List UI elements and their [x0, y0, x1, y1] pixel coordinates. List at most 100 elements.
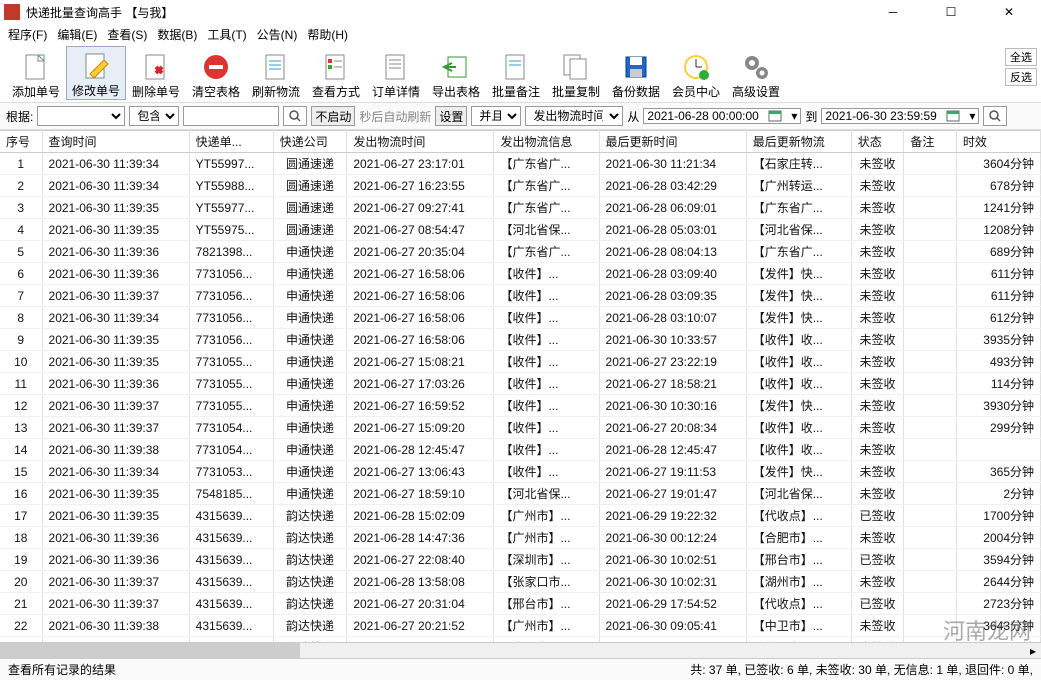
col-header[interactable]: 快递公司 — [273, 131, 347, 153]
cell: 7731056... — [189, 263, 273, 285]
maximize-button[interactable]: ☐ — [931, 2, 971, 22]
col-header[interactable]: 序号 — [0, 131, 42, 153]
menu-notice[interactable]: 公告(N) — [257, 26, 298, 43]
cell: 韵达快递 — [273, 615, 347, 637]
col-header[interactable]: 发出物流时间 — [347, 131, 494, 153]
scroll-thumb[interactable] — [0, 643, 300, 658]
col-header[interactable]: 最后更新时间 — [599, 131, 746, 153]
cell: 未签收 — [851, 197, 904, 219]
col-header[interactable]: 时效 — [956, 131, 1040, 153]
cell: 611分钟 — [956, 263, 1040, 285]
table-row[interactable]: 52021-06-30 11:39:367821398...申通快递2021-0… — [0, 241, 1041, 263]
table-row[interactable]: 42021-06-30 11:39:35YT55975...圆通速递2021-0… — [0, 219, 1041, 241]
menu-edit[interactable]: 编辑(E) — [57, 26, 97, 43]
table-row[interactable]: 222021-06-30 11:39:384315639...韵达快递2021-… — [0, 615, 1041, 637]
cell: 【收件】收... — [746, 417, 851, 439]
date-to[interactable]: 2021-06-30 23:59:59▾ — [821, 108, 979, 124]
select-all-button[interactable]: 全选 — [1005, 48, 1037, 66]
cell: 未签收 — [851, 153, 904, 175]
no-start-button[interactable]: 不启动 — [311, 106, 355, 126]
tool-settings[interactable]: 高级设置 — [726, 46, 786, 100]
table-row[interactable]: 152021-06-30 11:39:347731053...申通快递2021-… — [0, 461, 1041, 483]
tool-label: 查看方式 — [312, 83, 360, 100]
col-header[interactable]: 状态 — [851, 131, 904, 153]
minimize-button[interactable]: ─ — [873, 2, 913, 22]
cell: 4315639... — [189, 593, 273, 615]
tool-delete[interactable]: 删除单号 — [126, 46, 186, 100]
cell: 3930分钟 — [956, 395, 1040, 417]
cell: 【收件】... — [494, 307, 599, 329]
table-row[interactable]: 82021-06-30 11:39:347731056...申通快递2021-0… — [0, 307, 1041, 329]
table-row[interactable]: 182021-06-30 11:39:364315639...韵达快递2021-… — [0, 527, 1041, 549]
col-header[interactable]: 发出物流信息 — [494, 131, 599, 153]
field-select[interactable] — [37, 106, 125, 126]
cell: 2021-06-27 16:59:52 — [347, 395, 494, 417]
tool-export[interactable]: 导出表格 — [426, 46, 486, 100]
table-row[interactable]: 202021-06-30 11:39:374315639...韵达快递2021-… — [0, 571, 1041, 593]
ship-time-select[interactable]: 发出物流时间 — [525, 106, 623, 126]
col-header[interactable]: 最后更新物流 — [746, 131, 851, 153]
tool-member[interactable]: 会员中心 — [666, 46, 726, 100]
cell: 21 — [0, 593, 42, 615]
backup-icon — [620, 51, 652, 83]
menu-help[interactable]: 帮助(H) — [307, 26, 348, 43]
table-row[interactable]: 22021-06-30 11:39:34YT55988...圆通速递2021-0… — [0, 175, 1041, 197]
and-select[interactable]: 并且 — [471, 106, 521, 126]
tool-edit[interactable]: 修改单号 — [66, 46, 126, 100]
invert-button[interactable]: 反选 — [1005, 68, 1037, 86]
tool-label: 备份数据 — [612, 83, 660, 100]
cell: 7821398... — [189, 241, 273, 263]
tool-refresh[interactable]: 刷新物流 — [246, 46, 306, 100]
cell — [904, 219, 957, 241]
tool-note[interactable]: 批量备注 — [486, 46, 546, 100]
menu-program[interactable]: 程序(F) — [8, 26, 47, 43]
tool-copy[interactable]: 批量复制 — [546, 46, 606, 100]
cell: YT55997... — [189, 153, 273, 175]
match-select[interactable]: 包含 — [129, 106, 179, 126]
data-grid[interactable]: 序号查询时间快递单...快递公司发出物流时间发出物流信息最后更新时间最后更新物流… — [0, 130, 1041, 642]
tool-backup[interactable]: 备份数据 — [606, 46, 666, 100]
member-icon — [680, 51, 712, 83]
table-row[interactable]: 102021-06-30 11:39:357731055...申通快递2021-… — [0, 351, 1041, 373]
tool-add[interactable]: 添加单号 — [6, 46, 66, 100]
horizontal-scrollbar[interactable]: ◂ ▸ — [0, 642, 1041, 658]
search-button[interactable] — [283, 106, 307, 126]
table-row[interactable]: 32021-06-30 11:39:35YT55977...圆通速递2021-0… — [0, 197, 1041, 219]
tool-clear[interactable]: 清空表格 — [186, 46, 246, 100]
tool-detail[interactable]: 订单详情 — [366, 46, 426, 100]
table-row[interactable]: 92021-06-30 11:39:357731056...申通快递2021-0… — [0, 329, 1041, 351]
table-row[interactable]: 132021-06-30 11:39:377731054...申通快递2021-… — [0, 417, 1041, 439]
cell: 12 — [0, 395, 42, 417]
cell — [904, 197, 957, 219]
col-header[interactable]: 备注 — [904, 131, 957, 153]
table-row[interactable]: 62021-06-30 11:39:367731056...申通快递2021-0… — [0, 263, 1041, 285]
cell: 2021-06-30 10:02:51 — [599, 549, 746, 571]
cell: 2021-06-30 11:39:34 — [42, 175, 189, 197]
close-button[interactable]: ✕ — [989, 2, 1029, 22]
scroll-right-icon[interactable]: ▸ — [1025, 643, 1041, 658]
menu-tools[interactable]: 工具(T) — [207, 26, 246, 43]
tool-view[interactable]: 查看方式 — [306, 46, 366, 100]
table-row[interactable]: 162021-06-30 11:39:357548185...申通快递2021-… — [0, 483, 1041, 505]
table-row[interactable]: 72021-06-30 11:39:377731056...申通快递2021-0… — [0, 285, 1041, 307]
menu-view[interactable]: 查看(S) — [107, 26, 147, 43]
table-row[interactable]: 192021-06-30 11:39:364315639...韵达快递2021-… — [0, 549, 1041, 571]
date-from[interactable]: 2021-06-28 00:00:00▾ — [643, 108, 801, 124]
table-row[interactable]: 122021-06-30 11:39:377731055...申通快递2021-… — [0, 395, 1041, 417]
table-row[interactable]: 212021-06-30 11:39:374315639...韵达快递2021-… — [0, 593, 1041, 615]
col-header[interactable]: 快递单... — [189, 131, 273, 153]
table-row[interactable]: 142021-06-30 11:39:387731054...申通快递2021-… — [0, 439, 1041, 461]
table-row[interactable]: 112021-06-30 11:39:367731055...申通快递2021-… — [0, 373, 1041, 395]
cell: 2021-06-27 18:58:21 — [599, 373, 746, 395]
col-header[interactable]: 查询时间 — [42, 131, 189, 153]
cell: 7548185... — [189, 483, 273, 505]
settings-button[interactable]: 设置 — [435, 106, 467, 126]
menu-data[interactable]: 数据(B) — [157, 26, 197, 43]
filter-input[interactable] — [183, 106, 279, 126]
cell: 2021-06-27 22:08:40 — [347, 549, 494, 571]
cell: 【收件】... — [494, 417, 599, 439]
table-row[interactable]: 12021-06-30 11:39:34YT55997...圆通速递2021-0… — [0, 153, 1041, 175]
table-row[interactable]: 172021-06-30 11:39:354315639...韵达快递2021-… — [0, 505, 1041, 527]
cell: 未签收 — [851, 395, 904, 417]
date-search-button[interactable] — [983, 106, 1007, 126]
